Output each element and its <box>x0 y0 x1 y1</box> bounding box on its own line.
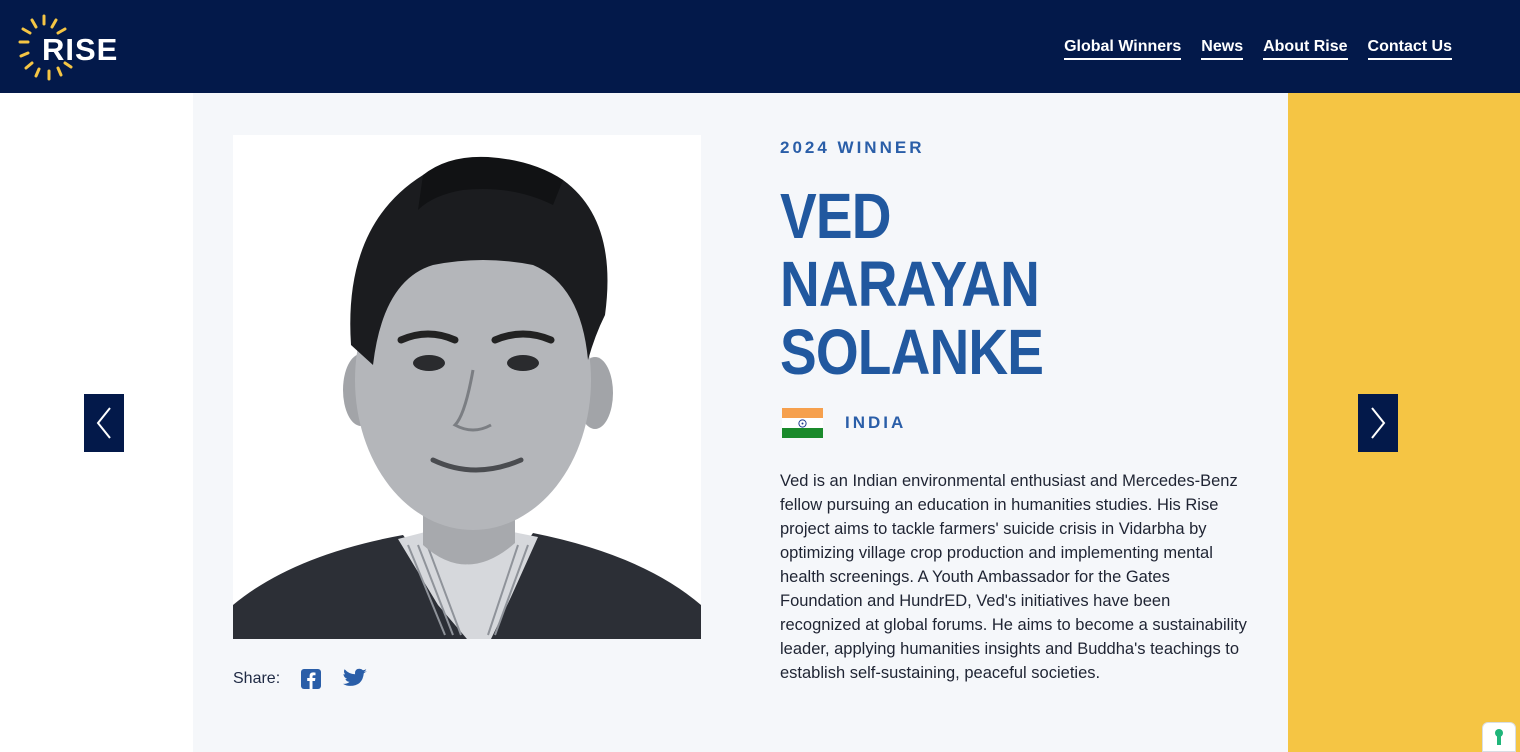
country-row: INDIA <box>782 408 906 438</box>
nav-about-rise[interactable]: About Rise <box>1263 38 1348 60</box>
nav-contact-us[interactable]: Contact Us <box>1367 38 1452 60</box>
accessibility-widget-button[interactable] <box>1482 722 1516 752</box>
nav-global-winners[interactable]: Global Winners <box>1064 38 1182 60</box>
winner-photo <box>233 135 701 639</box>
keyhole-icon <box>1495 729 1503 745</box>
yellow-accent-block <box>1288 93 1520 752</box>
winner-name: VED NARAYAN SOLANKE <box>780 182 1124 386</box>
name-line-2: NARAYAN <box>780 248 1040 320</box>
winner-bio: Ved is an Indian environmental enthusias… <box>780 472 1247 682</box>
india-flag-icon <box>782 408 823 438</box>
rise-logo[interactable]: RISE <box>18 12 128 84</box>
winner-year-tag: 2024 WINNER <box>780 138 925 157</box>
share-bar: Share: <box>233 668 384 690</box>
country-name: INDIA <box>845 413 907 432</box>
nav-news[interactable]: News <box>1201 38 1244 60</box>
site-header: RISE Global Winners News About Rise Cont… <box>0 0 1520 93</box>
name-line-1: VED <box>780 180 891 252</box>
carousel-next-button[interactable] <box>1358 394 1398 452</box>
chevron-left-icon <box>96 407 111 439</box>
chevron-right-icon <box>1371 407 1386 439</box>
carousel-prev-button[interactable] <box>84 394 124 452</box>
logo-text: RISE <box>42 32 119 67</box>
portrait-image <box>233 135 701 639</box>
twitter-icon[interactable] <box>342 668 368 690</box>
facebook-icon[interactable] <box>300 668 322 690</box>
main-nav: Global Winners News About Rise Contact U… <box>1064 38 1452 60</box>
share-label: Share: <box>233 670 281 687</box>
name-line-3: SOLANKE <box>780 316 1044 388</box>
